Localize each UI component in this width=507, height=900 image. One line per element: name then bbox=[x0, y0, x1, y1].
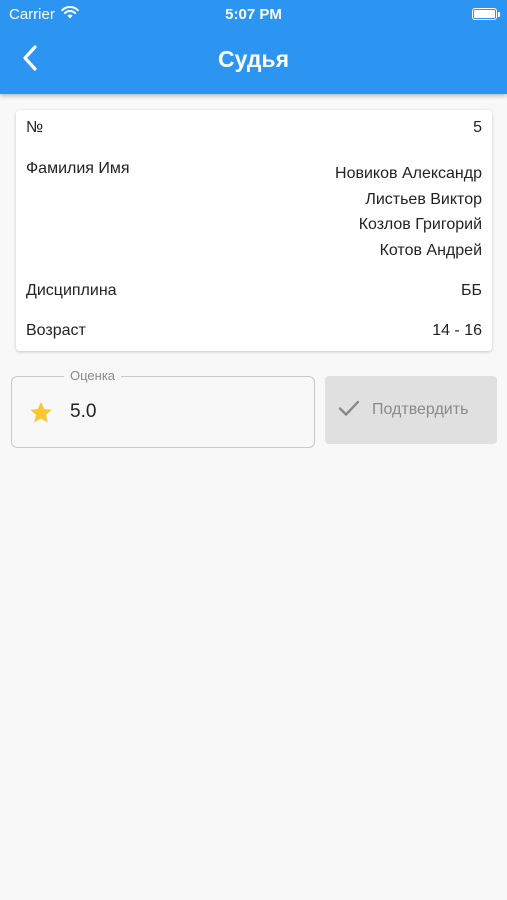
rating-label: Оценка bbox=[64, 368, 122, 383]
discipline-label: Дисциплина bbox=[26, 282, 117, 299]
age-label: Возраст bbox=[26, 322, 86, 339]
star-icon bbox=[28, 400, 54, 430]
name-item: Листьев Виктор bbox=[365, 190, 482, 208]
confirm-button[interactable]: Подтвердить bbox=[325, 376, 497, 444]
rating-value: 5.0 bbox=[70, 401, 97, 422]
number-value: 5 bbox=[473, 119, 482, 136]
app-bar: Carrier 5:07 PM Судья bbox=[0, 0, 507, 94]
details-card: № 5 Фамилия Имя Новиков Александр Листье… bbox=[16, 110, 492, 351]
age-value: 14 - 16 bbox=[432, 322, 482, 339]
name-item: Котов Андрей bbox=[379, 241, 482, 259]
battery-icon bbox=[472, 8, 500, 20]
page-title: Судья bbox=[218, 46, 289, 72]
name-label: Фамилия Имя bbox=[26, 160, 130, 177]
status-time: 5:07 PM bbox=[225, 6, 282, 23]
status-bar: Carrier 5:07 PM bbox=[0, 0, 507, 28]
confirm-label: Подтвердить bbox=[372, 401, 469, 418]
number-label: № bbox=[26, 119, 44, 136]
names-list: Новиков Александр Листьев Виктор Козлов … bbox=[335, 161, 482, 263]
name-item: Козлов Григорий bbox=[358, 216, 482, 233]
discipline-value: ББ bbox=[461, 282, 482, 299]
name-item: Новиков Александр bbox=[335, 165, 482, 182]
check-icon bbox=[338, 399, 360, 422]
rating-field[interactable]: Оценка 5.0 bbox=[11, 368, 315, 448]
